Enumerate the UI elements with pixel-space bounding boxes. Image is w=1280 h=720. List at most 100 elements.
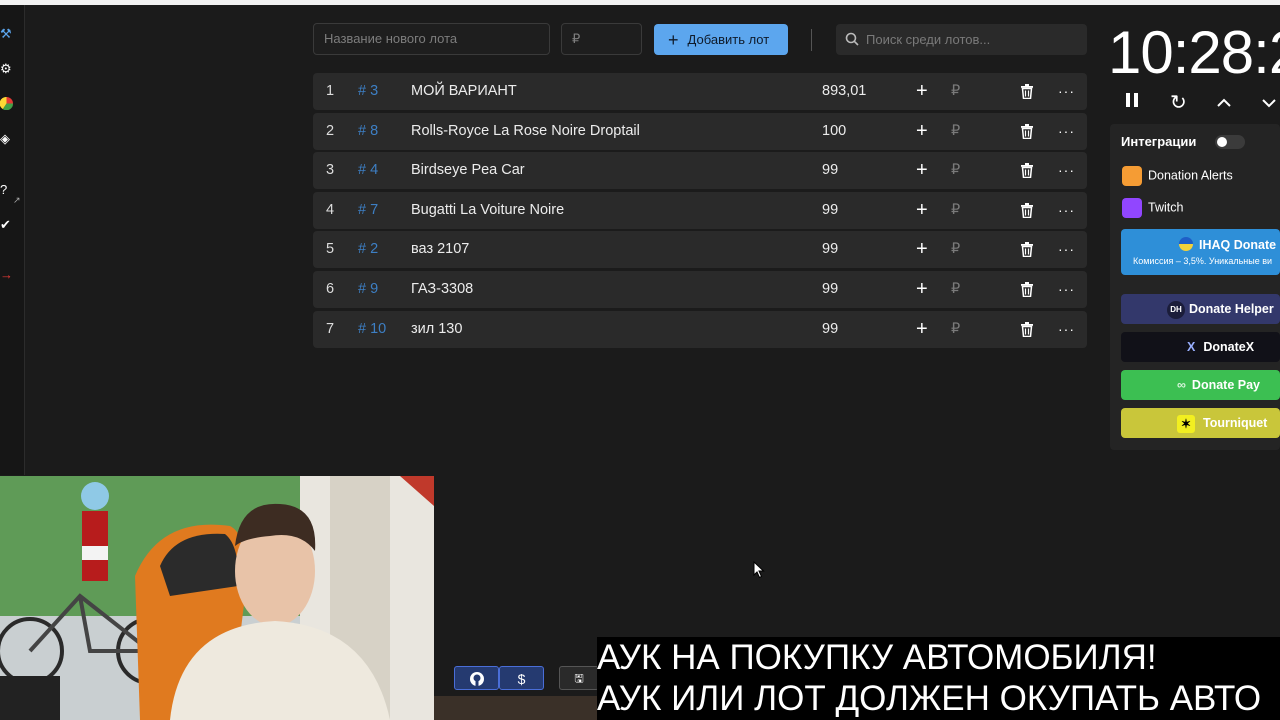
lot-id: # 7 (358, 202, 379, 218)
donate-pay-icon: ∞ (1177, 378, 1186, 392)
add-amount-icon[interactable]: + (916, 311, 928, 348)
lot-row[interactable]: 3 # 4 Birdseye Pea Car 99 + ₽ ··· (313, 152, 1087, 189)
lot-row[interactable]: 7 # 10 зил 130 99 + ₽ ··· (313, 311, 1087, 348)
lot-id: # 9 (358, 281, 379, 297)
hammer-icon[interactable]: ⚒ (0, 27, 14, 41)
add-amount-icon[interactable]: + (916, 113, 928, 150)
donate-helper-button[interactable]: DH Donate Helper (1121, 294, 1280, 324)
lot-index: 5 (326, 241, 335, 257)
ihaq-donate-button[interactable]: IHAQ Donate Комиссия – 3,5%. Уникальные … (1121, 229, 1280, 275)
lot-name[interactable]: Rolls-Royce La Rose Noire Droptail (411, 113, 640, 150)
tourniquet-icon: ✶ (1177, 414, 1195, 433)
chevron-down-icon[interactable] (1262, 92, 1276, 113)
donate-label: $ (517, 671, 526, 687)
delete-icon[interactable] (1020, 73, 1034, 114)
donatex-icon: X (1187, 340, 1196, 354)
save-button[interactable]: 🖫 (559, 666, 599, 690)
help-icon[interactable]: ? (0, 183, 14, 197)
integration-twitch[interactable]: Twitch (1122, 198, 1183, 218)
lot-name[interactable]: ваз 2107 (411, 231, 469, 268)
lot-currency[interactable]: ₽ (951, 113, 960, 150)
lot-name[interactable]: ГАЗ-3308 (411, 271, 473, 308)
lot-search-input[interactable]: Поиск среди лотов... (836, 24, 1087, 55)
lot-amount-input[interactable]: ₽ (561, 23, 642, 55)
lot-currency[interactable]: ₽ (951, 231, 960, 268)
lot-index: 2 (326, 123, 335, 139)
lot-currency[interactable]: ₽ (951, 152, 960, 189)
delete-icon[interactable] (1020, 152, 1034, 193)
donate-pay-button[interactable]: ∞ Donate Pay (1121, 370, 1280, 400)
search-placeholder: Поиск среди лотов... (866, 32, 991, 47)
service-label: Donate Pay (1191, 378, 1261, 392)
delete-icon[interactable] (1020, 113, 1034, 154)
more-options-icon[interactable]: ··· (1058, 152, 1075, 189)
add-amount-icon[interactable]: + (916, 152, 928, 189)
more-options-icon[interactable]: ··· (1058, 73, 1075, 110)
layers-icon[interactable]: ◈ (0, 132, 14, 146)
ticker-line-1: АУК НА ПОКУПКУ АВТОМОБИЛЯ! (597, 638, 1157, 677)
lot-currency[interactable]: ₽ (951, 311, 960, 348)
add-lot-label: Добавить лот (687, 32, 770, 47)
chevron-up-icon[interactable] (1217, 92, 1231, 113)
pie-chart-icon[interactable] (0, 96, 14, 111)
delete-icon[interactable] (1020, 231, 1034, 272)
add-amount-icon[interactable]: + (916, 73, 928, 110)
lot-row[interactable]: 5 # 2 ваз 2107 99 + ₽ ··· (313, 231, 1087, 268)
service-label: DonateX (1203, 340, 1255, 354)
lot-row[interactable]: 4 # 7 Bugatti La Voiture Noire 99 + ₽ ··· (313, 192, 1087, 229)
github-button[interactable] (454, 666, 499, 690)
lot-name[interactable]: Bugatti La Voiture Noire (411, 192, 564, 229)
lot-amount: 99 (822, 202, 839, 218)
integration-label: Donation Alerts (1148, 168, 1233, 183)
gear-icon[interactable]: ⚙ (0, 62, 14, 76)
integration-donation-alerts[interactable]: Donation Alerts (1122, 166, 1233, 186)
more-options-icon[interactable]: ··· (1058, 192, 1075, 229)
donatex-button[interactable]: X DonateX (1121, 332, 1280, 362)
external-link-icon: ↗ (13, 195, 21, 205)
add-lot-button[interactable]: + Добавить лот (654, 24, 788, 55)
lot-row[interactable]: 1 # 3 МОЙ ВАРИАНТ 893,01 + ₽ ··· (313, 73, 1087, 110)
webcam-overlay (0, 476, 434, 720)
pause-icon[interactable] (1125, 92, 1139, 113)
lot-currency[interactable]: ₽ (951, 192, 960, 229)
donation-alerts-icon (1122, 166, 1142, 186)
integrations-toggle[interactable] (1215, 135, 1245, 149)
lot-currency[interactable]: ₽ (951, 73, 960, 110)
lot-row[interactable]: 6 # 9 ГАЗ-3308 99 + ₽ ··· (313, 271, 1087, 308)
lot-id: # 4 (358, 162, 379, 178)
lot-name[interactable]: МОЙ ВАРИАНТ (411, 73, 517, 110)
shield-check-icon[interactable]: ✔ (0, 218, 14, 232)
lot-name[interactable]: зил 130 (411, 311, 462, 348)
donate-button[interactable]: $ (499, 666, 544, 690)
add-amount-icon[interactable]: + (916, 231, 928, 268)
delete-icon[interactable] (1020, 311, 1034, 352)
lower-strip (434, 696, 600, 720)
window-top-strip (0, 0, 1280, 5)
logout-icon[interactable]: → (0, 268, 14, 282)
lot-amount: 893,01 (822, 83, 867, 99)
auction-timer: 10:28:2 (1108, 19, 1280, 86)
add-amount-icon[interactable]: + (916, 192, 928, 229)
tourniquet-button[interactable]: ✶ Tourniquet (1121, 408, 1280, 438)
stream-ticker: АУК НА ПОКУПКУ АВТОМОБИЛЯ! АУК ИЛИ ЛОТ Д… (597, 637, 1280, 720)
github-icon (469, 672, 484, 686)
lot-index: 7 (326, 321, 335, 337)
reset-icon[interactable]: ↻ (1170, 90, 1187, 115)
lot-name-input[interactable]: Название нового лота (313, 23, 550, 55)
more-options-icon[interactable]: ··· (1058, 271, 1075, 308)
lot-currency[interactable]: ₽ (951, 271, 960, 308)
service-subtitle: Комиссия – 3,5%. Уникальные ви (1133, 256, 1273, 266)
more-options-icon[interactable]: ··· (1058, 311, 1075, 348)
more-options-icon[interactable]: ··· (1058, 231, 1075, 268)
ihaq-icon (1179, 237, 1193, 251)
add-amount-icon[interactable]: + (916, 271, 928, 308)
delete-icon[interactable] (1020, 271, 1034, 312)
more-options-icon[interactable]: ··· (1058, 113, 1075, 150)
lot-name[interactable]: Birdseye Pea Car (411, 152, 525, 189)
mouse-cursor-icon (753, 561, 765, 579)
delete-icon[interactable] (1020, 192, 1034, 233)
lot-id: # 3 (358, 83, 379, 99)
integration-label: Twitch (1148, 200, 1184, 215)
lot-row[interactable]: 2 # 8 Rolls-Royce La Rose Noire Droptail 10… (313, 113, 1087, 150)
search-icon (845, 32, 859, 46)
